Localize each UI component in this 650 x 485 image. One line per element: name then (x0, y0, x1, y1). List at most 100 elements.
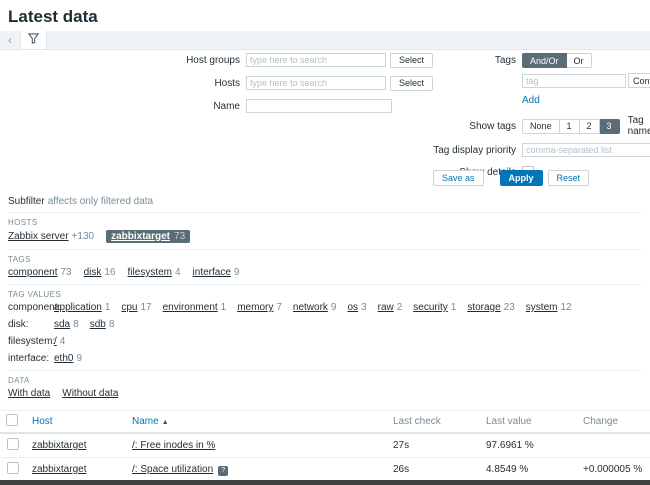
subfilter-tag-value-link[interactable]: os (347, 302, 358, 313)
hosts-input[interactable] (246, 76, 386, 90)
subfilter-tag-link[interactable]: interface (193, 267, 231, 278)
column-header-change: Change (577, 411, 650, 434)
subfilter-tag-value-link[interactable]: eth0 (54, 353, 73, 364)
table-row: zabbixtarget/: Free inodes in %27s97.696… (0, 433, 650, 458)
change-cell (577, 433, 650, 458)
subfilter-host-link[interactable]: Zabbix server (8, 231, 69, 242)
subfilter-tag-link[interactable]: filesystem (128, 267, 172, 278)
subfilter-tag-value: environment1 (163, 302, 227, 313)
subfilter-host-selected[interactable]: zabbixtarget73 (106, 230, 190, 243)
tags-mode-option-or[interactable]: Or (567, 53, 592, 68)
item-name-link[interactable]: /: Free inodes in % (132, 440, 215, 451)
subfilter-tag-link[interactable]: disk (84, 267, 102, 278)
column-header-last-value: Last value (480, 411, 577, 434)
subfilter-data-option: Without data (62, 388, 118, 399)
subfilter-host: Zabbix server+130 (8, 231, 94, 242)
column-header-host[interactable]: Host (26, 411, 126, 434)
subfilter-tag: component73 (8, 267, 72, 278)
table-header-row: HostName▲Last checkLast valueChange (0, 411, 650, 434)
subfilter-tag-value-count: 7 (276, 302, 282, 313)
subfilter-tag-value-link[interactable]: sda (54, 319, 70, 330)
latest-data-table: HostName▲Last checkLast valueChange zabb… (0, 410, 650, 485)
select-all-checkbox[interactable] (6, 414, 18, 426)
tag-operator-dropdown[interactable]: Contains (628, 73, 650, 88)
subfilter-tags-items: component73 disk16 filesystem4 interface9 (8, 267, 642, 284)
table-row: zabbixtarget/: Space utilization?26s4.85… (0, 458, 650, 482)
host-link[interactable]: zabbixtarget (32, 440, 86, 451)
subfilter-tag-count: 4 (175, 267, 181, 278)
tag-value-row: disk:sda8sdb8 (8, 319, 642, 330)
tab-filter[interactable] (20, 31, 47, 49)
subfilter-tag-value-link[interactable]: storage (467, 302, 500, 313)
subfilter-tag-value-link[interactable]: memory (237, 302, 273, 313)
subfilter-tag-value: sda8 (54, 319, 79, 330)
tag-value-key: component: (8, 302, 54, 313)
show-tags-option-2[interactable]: 2 (580, 119, 600, 134)
subfilter-title: Subfilteraffects only filtered data (8, 189, 642, 212)
collapse-filter-chevron[interactable]: ‹ (0, 31, 20, 49)
subfilter-data-link[interactable]: With data (8, 388, 50, 399)
subfilter-tag-value-count: 23 (504, 302, 515, 313)
subfilter-tag-value: os3 (347, 302, 366, 313)
tag-value-row: component:application1cpu17environment1m… (8, 302, 642, 313)
subfilter-tag-value-count: 8 (73, 319, 79, 330)
subfilter-tag-value-link[interactable]: / (54, 336, 57, 347)
row-checkbox[interactable] (7, 462, 19, 474)
last-check-cell: 26s (387, 458, 480, 482)
subfilter-tag: interface9 (193, 267, 240, 278)
subfilter-tag-value-count: 9 (331, 302, 337, 313)
tags-mode-option-and-or[interactable]: And/Or (522, 53, 567, 68)
add-tag-link[interactable]: Add (522, 95, 540, 106)
subfilter-hosts-label: HOSTS (8, 213, 642, 230)
subfilter-tag-value-link[interactable]: network (293, 302, 328, 313)
show-tags-option-1[interactable]: 1 (560, 119, 580, 134)
subfilter-tag-value-count: 4 (60, 336, 66, 347)
page-title: Latest data (0, 0, 650, 31)
reset-button[interactable]: Reset (548, 170, 590, 186)
subfilter-tag-value-link[interactable]: application (54, 302, 102, 313)
item-name-link[interactable]: /: Space utilization (132, 464, 213, 475)
subfilter-tag-value-link[interactable]: cpu (121, 302, 137, 313)
tag-input[interactable] (522, 74, 626, 88)
tag-display-priority-label: Tag display priority (430, 145, 516, 156)
show-tags-option-3[interactable]: 3 (600, 119, 620, 134)
tags-label: Tags (430, 55, 516, 66)
subfilter-data-label: DATA (8, 371, 642, 388)
subfilter-tag-value: cpu17 (121, 302, 151, 313)
subfilter-tag-count: 9 (234, 267, 240, 278)
subfilter-tag-value: eth09 (54, 353, 82, 364)
apply-button[interactable]: Apply (500, 170, 543, 186)
show-tags-segmented: None123 (522, 119, 620, 134)
row-checkbox[interactable] (7, 438, 19, 450)
name-label: Name (0, 101, 240, 112)
subfilter-tag-value-link[interactable]: raw (378, 302, 394, 313)
row-checkbox-cell (0, 433, 26, 458)
subfilter-tag: disk16 (84, 267, 116, 278)
subfilter-host-count: 73 (174, 231, 185, 242)
hosts-select-button[interactable]: Select (390, 76, 433, 91)
host-groups-input[interactable] (246, 53, 386, 67)
subfilter-data-link[interactable]: Without data (62, 388, 118, 399)
column-header-name[interactable]: Name▲ (126, 411, 387, 434)
show-tags-label: Show tags (430, 121, 516, 132)
subfilter-tag-value-link[interactable]: environment (163, 302, 218, 313)
host-cell: zabbixtarget (26, 458, 126, 482)
tag-value-key: disk: (8, 319, 54, 330)
tag-display-priority-input[interactable] (522, 143, 650, 157)
tag-name-label: Tag name (628, 115, 650, 137)
host-link[interactable]: zabbixtarget (32, 464, 86, 475)
show-tags-option-none[interactable]: None (522, 119, 560, 134)
filter-tabbar: ‹ (0, 31, 650, 50)
subfilter-tag-value-link[interactable]: security (413, 302, 447, 313)
host-groups-select-button[interactable]: Select (390, 53, 433, 68)
name-input[interactable] (246, 99, 392, 113)
subfilter-tag-value-link[interactable]: sdb (90, 319, 106, 330)
subfilter-tag-link[interactable]: component (8, 267, 57, 278)
filter-buttons: Save as Apply Reset (433, 170, 589, 186)
subfilter-tag-value-link[interactable]: system (526, 302, 558, 313)
subfilter-tag-value-count: 8 (109, 319, 115, 330)
tag-value-key: interface: (8, 353, 54, 364)
hint-icon[interactable]: ? (218, 466, 228, 476)
save-as-button[interactable]: Save as (433, 170, 484, 186)
column-header-last-check: Last check (387, 411, 480, 434)
